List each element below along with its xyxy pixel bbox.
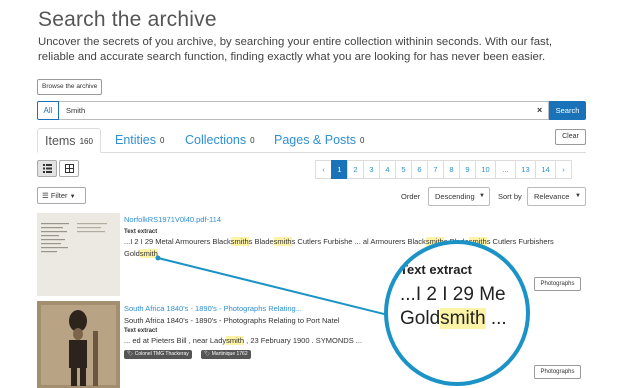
page-button[interactable]: 10 xyxy=(475,160,496,179)
magnified-extract-line: ...I 2 I 29 Me xyxy=(400,284,506,305)
filter-label: Filter xyxy=(50,191,68,200)
page-button[interactable]: 5 xyxy=(395,160,412,179)
tab-count: 0 xyxy=(160,136,165,145)
soldier-photo-image xyxy=(37,301,120,388)
document-page-image xyxy=(37,213,120,296)
tab-items[interactable]: Items 160 xyxy=(37,128,101,153)
order-select[interactable]: Descending ▼ xyxy=(428,187,490,206)
page-ellipsis: ... xyxy=(495,160,516,179)
page-button[interactable]: 4 xyxy=(379,160,396,179)
order-label: Order xyxy=(401,192,421,201)
page-button[interactable]: 9 xyxy=(459,160,476,179)
result-thumbnail-document[interactable] xyxy=(37,213,120,296)
clear-button[interactable]: Clear xyxy=(555,129,586,145)
page-button[interactable]: 2 xyxy=(347,160,364,179)
page-button[interactable]: 3 xyxy=(363,160,380,179)
page-button[interactable]: 1 xyxy=(331,160,348,179)
tag-icon: 🏷 xyxy=(127,351,134,357)
result-title-link[interactable]: NorfolkRS1971V0l40.pdf-114 xyxy=(124,215,221,224)
tab-pages-posts[interactable]: Pages & Posts 0 xyxy=(274,128,364,153)
result-type-badge: Photographs xyxy=(534,365,581,379)
tab-label: Entities xyxy=(115,133,156,147)
tab-count: 0 xyxy=(360,136,365,145)
page-subtitle: Uncover the secrets of you archive, by s… xyxy=(38,36,553,63)
sort-value: Relevance xyxy=(534,192,570,201)
result-type-badge: Photographs xyxy=(534,277,581,291)
order-value: Descending xyxy=(435,192,475,201)
chevron-down-icon: ▼ xyxy=(69,194,76,200)
search-input[interactable]: Smith xyxy=(59,101,549,120)
chevron-down-icon: ▼ xyxy=(575,193,581,199)
result-extract-label: Text extract xyxy=(124,229,158,235)
search-bar: All Smith × Search xyxy=(37,101,586,120)
result-title-link[interactable]: South Africa 1840's - 1890's - Photograp… xyxy=(124,304,302,313)
result-tag[interactable]: 🏷 Martinique 1762 xyxy=(201,350,251,359)
result-thumbnail-photo[interactable] xyxy=(37,301,120,388)
list-view-icon xyxy=(43,164,52,173)
tab-count: 160 xyxy=(79,137,93,146)
tab-entities[interactable]: Entities 0 xyxy=(115,128,164,153)
page-title: Search the archive xyxy=(38,8,217,31)
chevron-down-icon: ▼ xyxy=(479,193,485,199)
sort-label: Sort by xyxy=(498,192,522,201)
grid-view-button[interactable] xyxy=(59,160,79,177)
result-extract-text: ... ed at Pieters Bill , near Ladysmith … xyxy=(124,336,363,345)
tab-label: Pages & Posts xyxy=(274,133,356,147)
page-button[interactable]: 6 xyxy=(411,160,428,179)
result-tabs: Items 160 Entities 0 Collections 0 Pages & … xyxy=(37,128,586,153)
page-button[interactable]: 13 xyxy=(515,160,536,179)
prev-page-button[interactable]: ‹ xyxy=(315,160,332,179)
grid-view-icon xyxy=(65,164,74,173)
tab-label: Items xyxy=(45,134,76,148)
result-tag[interactable]: 🏷 Colonel TMG Thackeray xyxy=(124,350,192,359)
magnified-extract-label: Text extract xyxy=(400,262,473,277)
result-extract-text: Goldsmith xyxy=(124,249,158,258)
pagination: ‹ 1 2 3 4 5 6 7 8 9 10 ... 13 14 › xyxy=(315,160,572,179)
search-button[interactable]: Search xyxy=(549,101,586,120)
page-button[interactable]: 14 xyxy=(535,160,556,179)
result-subtitle: South Africa 1840's - 1890's - Photograp… xyxy=(124,316,340,325)
filter-icon: ☰ xyxy=(42,191,49,200)
page-button[interactable]: 7 xyxy=(427,160,444,179)
magnified-extract-line: Goldsmith ... xyxy=(400,308,507,329)
next-page-button[interactable]: › xyxy=(555,160,572,179)
tab-collections[interactable]: Collections 0 xyxy=(185,128,255,153)
page-button[interactable]: 8 xyxy=(443,160,460,179)
tab-label: Collections xyxy=(185,133,247,147)
tag-icon: 🏷 xyxy=(204,351,211,357)
filter-button[interactable]: ☰ Filter ▼ xyxy=(37,187,86,204)
sort-select[interactable]: Relevance ▼ xyxy=(527,187,586,206)
result-extract-label: Text extract xyxy=(124,328,158,334)
search-scope-button[interactable]: All xyxy=(37,101,59,120)
magnifier-callout: Text extract ...I 2 I 29 Me Goldsmith ..… xyxy=(384,240,530,386)
result-extract-text: ...I 2 I 29 Metal Armourers Blacksmiths … xyxy=(124,237,554,246)
tab-count: 0 xyxy=(250,136,255,145)
clear-search-icon[interactable]: × xyxy=(537,101,542,120)
list-view-button[interactable] xyxy=(37,160,57,177)
browse-archive-button[interactable]: Browse the archive xyxy=(37,79,103,95)
